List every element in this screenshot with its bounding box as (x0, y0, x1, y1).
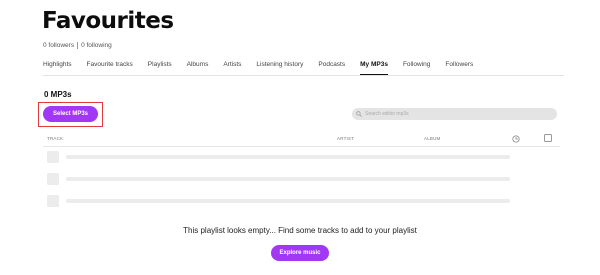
select-mp3s-button[interactable]: Select MP3s (43, 106, 98, 122)
skeleton-thumbnail (47, 195, 59, 207)
table-header-divider (43, 146, 560, 147)
skeleton-row-line (66, 177, 510, 181)
column-header-album[interactable]: ALBUM (424, 136, 441, 141)
tab-bar: Highlights Favourite tracks Playlists Al… (43, 61, 488, 75)
tab-highlights[interactable]: Highlights (43, 61, 72, 75)
skeleton-thumbnail (47, 151, 59, 163)
search-input[interactable] (365, 111, 545, 117)
tab-podcasts[interactable]: Podcasts (318, 61, 345, 75)
clock-icon (512, 135, 520, 143)
tab-playlists[interactable]: Playlists (148, 61, 172, 75)
skeleton-thumbnail (47, 173, 59, 185)
followers-count[interactable]: 0 followers (43, 42, 74, 49)
select-all-checkbox[interactable] (544, 134, 552, 142)
tab-albums[interactable]: Albums (187, 61, 209, 75)
explore-music-button[interactable]: Explore music (271, 245, 329, 261)
follow-stats: 0 followers 0 following (43, 42, 112, 49)
skeleton-row-line (66, 199, 510, 203)
tab-favourite-tracks[interactable]: Favourite tracks (87, 61, 133, 75)
page-title: Favourites (42, 8, 174, 34)
column-header-artist[interactable]: ARTIST (337, 136, 354, 141)
search-bar[interactable] (352, 108, 557, 120)
empty-state-message: This playlist looks empty... Find some t… (183, 226, 417, 235)
column-header-track[interactable]: TRACK (47, 136, 63, 141)
mp3-count-heading: 0 MP3s (44, 90, 72, 99)
tabs-divider (43, 75, 564, 76)
stats-separator (77, 42, 79, 49)
tab-followers[interactable]: Followers (445, 61, 473, 75)
following-count[interactable]: 0 following (81, 42, 112, 49)
skeleton-row-line (66, 155, 510, 159)
tab-following[interactable]: Following (403, 61, 430, 75)
tab-artists[interactable]: Artists (223, 61, 241, 75)
tab-my-mp3s[interactable]: My MP3s (360, 61, 388, 75)
search-icon (356, 111, 362, 117)
tab-listening-history[interactable]: Listening history (256, 61, 303, 75)
